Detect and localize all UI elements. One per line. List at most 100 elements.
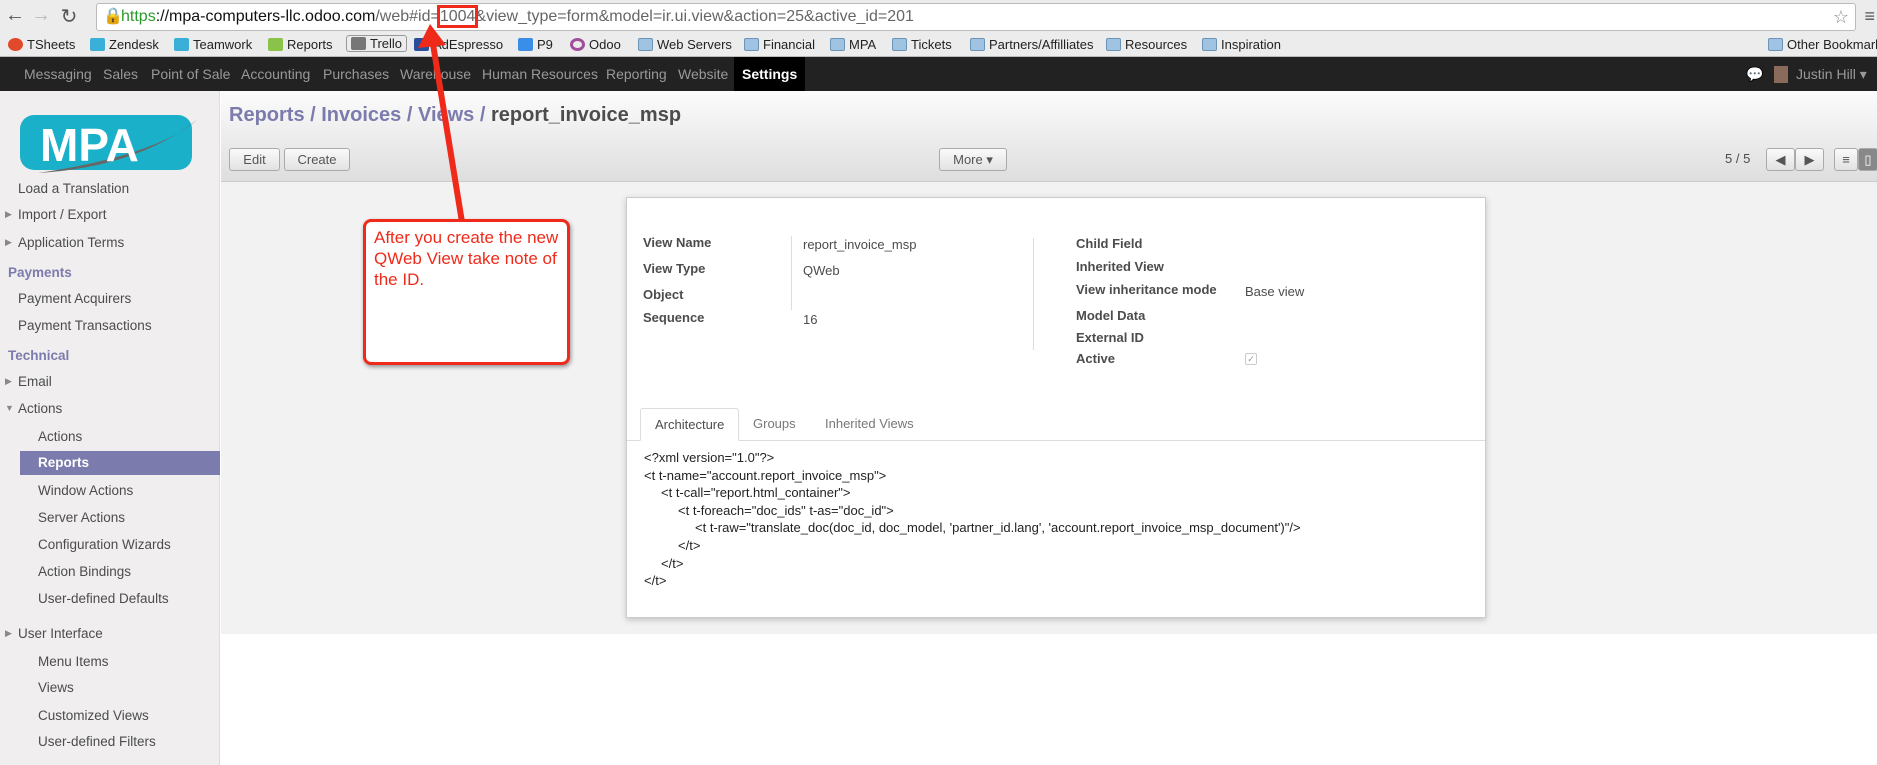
reload-icon[interactable]: ↻ — [58, 4, 80, 29]
previous-record-button[interactable]: ◀ — [1766, 148, 1795, 171]
code-line: <t t-raw="translate_doc(doc_id, doc_mode… — [695, 520, 1301, 536]
caret-right-icon: ▶ — [5, 376, 12, 386]
bookmark-label: Reports — [287, 37, 333, 52]
tab-groups[interactable]: Groups — [739, 408, 810, 441]
chat-icon[interactable]: 💬 — [1740, 57, 1769, 91]
menu-website[interactable]: Website — [672, 57, 734, 91]
tab-inherited-views[interactable]: Inherited Views — [811, 408, 928, 441]
bookmark-zendesk[interactable]: Zendesk — [90, 37, 159, 52]
sidebar-item[interactable]: ▶ User Interface — [5, 626, 103, 641]
more-button[interactable]: More ▾ — [939, 148, 1007, 171]
sidebar-item-label: Server Actions — [38, 510, 126, 525]
bookmark-folder[interactable]: Resources — [1106, 37, 1187, 52]
menu-settings[interactable]: Settings — [734, 57, 806, 91]
field-label: Object — [643, 287, 684, 302]
sidebar-item[interactable]: Customized Views — [38, 708, 149, 723]
sidebar-item-label: Technical — [8, 348, 70, 363]
folder-icon — [830, 38, 845, 51]
sidebar-item[interactable]: Server Actions — [38, 510, 125, 525]
menu-accounting[interactable]: Accounting — [235, 57, 316, 91]
forward-icon[interactable]: → — [30, 4, 52, 27]
url-bar[interactable]: 🔒 https://mpa-computers-llc.odoo.com/web… — [96, 3, 1856, 31]
bookmark-label: Trello — [370, 36, 403, 51]
caret-right-icon: ▶ — [5, 209, 12, 219]
bookmark-folder[interactable]: MPA — [830, 37, 876, 52]
create-button[interactable]: Create — [284, 148, 350, 171]
list-view-button[interactable]: ≡ — [1834, 148, 1858, 171]
menu-reporting[interactable]: Reporting — [600, 57, 673, 91]
form-view-button[interactable]: ▯ — [1858, 148, 1877, 171]
bookmark-label: Odoo — [589, 37, 621, 52]
code-line: <t t-call="report.html_container"> — [661, 485, 851, 501]
sidebar-item: Payments — [8, 265, 72, 280]
sidebar-item-label: Application Terms — [18, 235, 125, 250]
bookmark-folder[interactable]: Partners/Affilliates — [970, 37, 1094, 52]
bookmark-p9[interactable]: P9 — [518, 37, 553, 52]
user-name: Justin Hill — [1796, 66, 1856, 82]
breadcrumb-invoices[interactable]: Invoices — [321, 104, 401, 126]
user-menu[interactable]: Justin Hill ▾ — [1790, 57, 1873, 91]
menu-purchases[interactable]: Purchases — [317, 57, 395, 91]
bookmark-folder[interactable]: Tickets — [892, 37, 952, 52]
bookmark-adespresso[interactable]: AdEspresso — [414, 37, 503, 52]
tab-architecture[interactable]: Architecture — [640, 408, 740, 441]
code-line: <?xml version="1.0"?> — [644, 450, 775, 465]
menu-messaging[interactable]: Messaging — [18, 57, 98, 91]
sidebar-item[interactable]: Views — [38, 680, 74, 695]
sidebar-item-label: Actions — [38, 429, 83, 444]
sidebar-item[interactable]: ▶ Import / Export — [5, 207, 107, 222]
breadcrumb-reports[interactable]: Reports — [229, 104, 305, 126]
sidebar-item[interactable]: Payment Transactions — [18, 318, 152, 333]
menu-warehouse[interactable]: Warehouse — [394, 57, 477, 91]
breadcrumb-views[interactable]: Views — [418, 104, 474, 126]
sidebar-item[interactable]: Payment Acquirers — [18, 291, 131, 306]
lock-icon: 🔒 — [103, 8, 123, 25]
sidebar-item-label: User Interface — [18, 626, 103, 641]
url-host: ://mpa-computers-llc.odoo.com — [155, 8, 376, 25]
folder-icon — [744, 38, 759, 51]
bookmark-label: Zendesk — [109, 37, 159, 52]
bookmark-tsheets[interactable]: TSheets — [8, 37, 75, 52]
bookmark-odoo[interactable]: Odoo — [570, 37, 621, 52]
folder-icon — [892, 38, 907, 51]
bookmark-label: MPA — [849, 37, 877, 52]
sidebar-item[interactable]: ▶ Email — [5, 374, 52, 389]
sidebar-item[interactable]: User-defined Defaults — [38, 591, 169, 606]
bookmark-trello[interactable]: Trello — [346, 35, 408, 52]
star-icon[interactable]: ☆ — [1833, 4, 1849, 30]
sidebar-item[interactable]: Window Actions — [38, 483, 133, 498]
field-label: View Type — [643, 261, 706, 276]
sidebar-item-label: Reports — [38, 455, 90, 470]
other-bookmarks[interactable]: Other Bookmarks — [1768, 37, 1877, 52]
active-checkbox[interactable]: ✓ — [1245, 353, 1257, 365]
bookmark-teamwork[interactable]: Teamwork — [174, 37, 252, 52]
menu-point-of-sale[interactable]: Point of Sale — [145, 57, 236, 91]
bookmarks-bar: TSheets Zendesk Teamwork Reports Trello … — [0, 34, 1877, 57]
bookmark-folder[interactable]: Inspiration — [1202, 37, 1281, 52]
bookmark-reports[interactable]: Reports — [268, 37, 333, 52]
sidebar-item[interactable]: Load a Translation — [18, 181, 129, 196]
sidebar-item[interactable]: ▼ Actions — [5, 401, 62, 416]
url-scheme: https — [121, 8, 156, 25]
edit-button[interactable]: Edit — [229, 148, 280, 171]
sidebar-item[interactable]: ▶ Application Terms — [5, 235, 125, 250]
field-label: Child Field — [1076, 236, 1143, 251]
sidebar-item-label: User-defined Filters — [38, 734, 156, 749]
bookmark-label: Financial — [763, 37, 816, 52]
folder-icon — [1202, 38, 1217, 51]
menu-human-resources[interactable]: Human Resources — [476, 57, 604, 91]
sidebar-item[interactable]: Action Bindings — [38, 564, 131, 579]
sidebar-item[interactable]: Menu Items — [38, 654, 109, 669]
bookmark-label: Tickets — [911, 37, 952, 52]
back-icon[interactable]: ← — [4, 4, 26, 27]
sidebar-item[interactable]: User-defined Filters — [38, 734, 156, 749]
sidebar-item[interactable]: Reports — [38, 455, 89, 470]
next-record-button[interactable]: ▶ — [1795, 148, 1824, 171]
bookmark-folder[interactable]: Financial — [744, 37, 815, 52]
menu-sales[interactable]: Sales — [97, 57, 144, 91]
bookmark-folder[interactable]: Web Servers — [638, 37, 732, 52]
menu-icon[interactable]: ≡ — [1864, 6, 1875, 27]
sidebar-item[interactable]: Actions — [38, 429, 82, 444]
sidebar-item[interactable]: Configuration Wizards — [38, 537, 171, 552]
url-path: /web#id= — [375, 8, 440, 25]
